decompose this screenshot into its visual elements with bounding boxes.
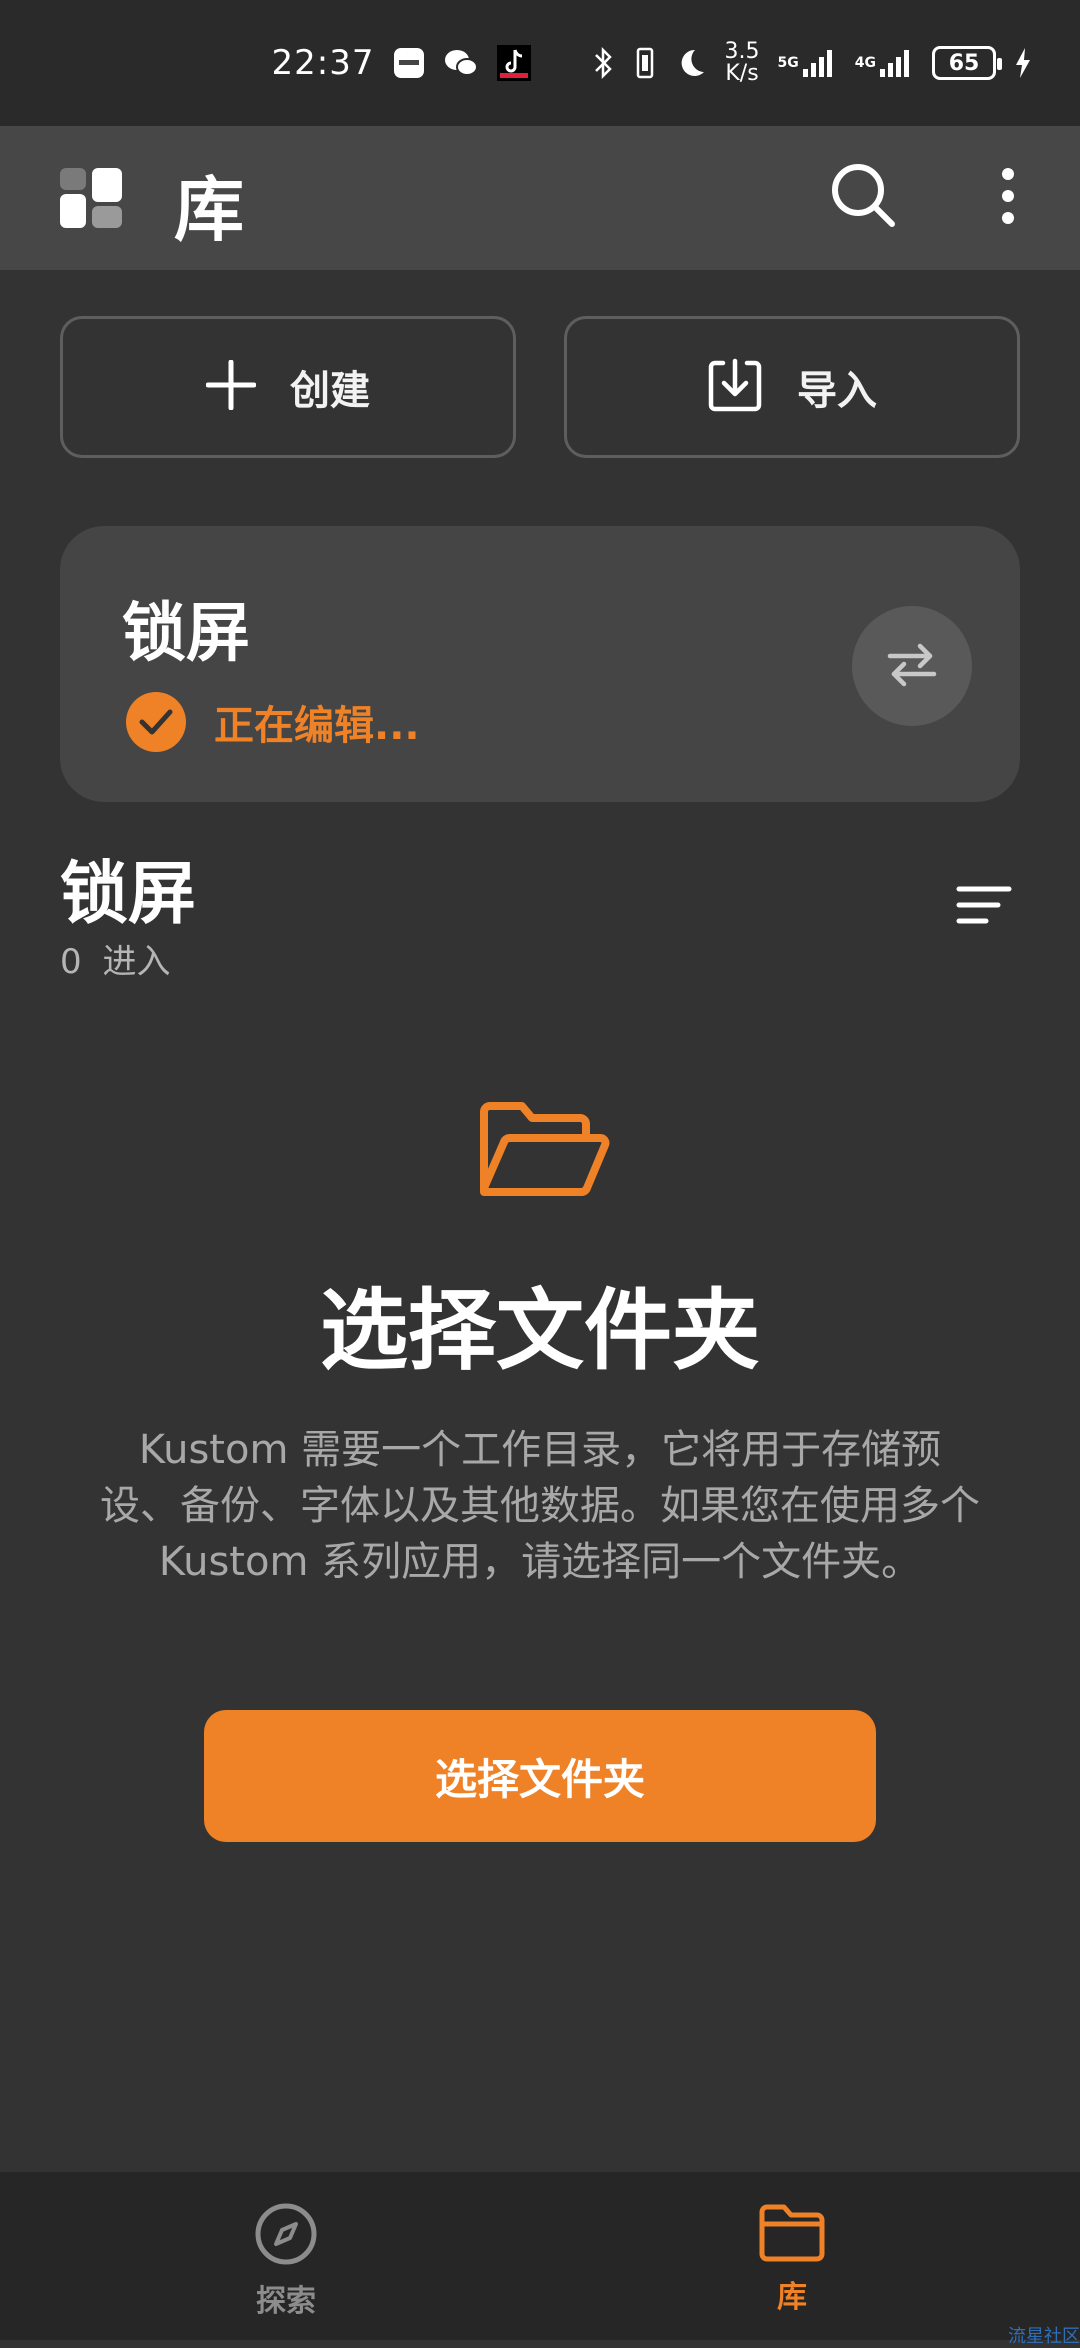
folder-icon <box>758 2204 826 2266</box>
create-button[interactable]: 创建 <box>60 316 516 458</box>
plus-icon <box>205 359 257 414</box>
signal-5g-label: 5G <box>777 55 799 71</box>
sort-icon[interactable] <box>956 884 1012 926</box>
nav-item-explore[interactable]: 探索 <box>186 2202 386 2320</box>
create-button-label: 创建 <box>290 368 370 414</box>
swap-icon <box>884 636 940 696</box>
editing-status-text: 正在编辑... <box>214 703 420 749</box>
signal-5g: 5G <box>778 47 837 79</box>
bluetooth-icon <box>593 46 615 80</box>
vibrate-icon <box>633 46 657 80</box>
net-speed: 3.5 K/s <box>725 41 760 85</box>
compass-icon <box>254 2203 318 2270</box>
watermark: 流星社区 <box>1008 2326 1080 2347</box>
signal-4g-label: 4G <box>854 55 876 71</box>
more-vert-icon[interactable] <box>996 166 1020 226</box>
current-preset-title: 锁屏 <box>122 597 250 671</box>
current-preset-card[interactable]: 锁屏 正在编辑... <box>60 526 1020 802</box>
nav-label-explore: 探索 <box>256 2284 316 2319</box>
huawei-app-icon <box>393 47 425 79</box>
search-icon[interactable] <box>830 162 896 228</box>
section-title: 锁屏 <box>60 855 197 934</box>
empty-state-title: 选择文件夹 <box>319 1279 760 1382</box>
entry-count-label: 进入 <box>102 942 171 982</box>
signal-4g: 4G <box>855 47 914 79</box>
nav-label-library: 库 <box>777 2280 807 2315</box>
tiktok-icon <box>496 45 531 81</box>
import-button[interactable]: 导入 <box>564 316 1020 458</box>
entry-count: 0 <box>60 942 82 982</box>
check-icon <box>126 692 186 752</box>
status-time: 22:37 <box>271 43 375 83</box>
import-icon <box>707 357 763 417</box>
nav-item-library[interactable]: 库 <box>692 2202 892 2316</box>
app-bar: 库 <box>0 126 1080 270</box>
current-preset-status: 正在编辑... <box>126 692 420 752</box>
folder-open-icon <box>478 1100 610 1200</box>
page-title: 库 <box>174 169 244 251</box>
select-folder-button[interactable]: 选择文件夹 <box>204 1710 876 1842</box>
kustom-logo-icon[interactable] <box>60 168 122 230</box>
bottom-navigation: 探索 库 <box>0 2172 1080 2340</box>
section-count: 0 进入 <box>60 934 170 983</box>
moon-icon <box>675 47 707 79</box>
net-speed-unit: K/s <box>725 61 759 86</box>
net-speed-value: 3.5 <box>724 39 760 64</box>
wechat-icon <box>443 47 479 79</box>
swap-button[interactable] <box>852 606 972 726</box>
status-bar: 22:37 3.5 K/s 5G 4G 65 <box>0 0 1080 126</box>
empty-state-description: Kustom 需要一个工作目录，它将用于存储预设、备份、字体以及其他数据。如果您… <box>100 1427 980 1585</box>
import-button-label: 导入 <box>797 368 877 414</box>
charging-icon <box>1014 46 1032 80</box>
battery-indicator: 65 <box>932 46 1002 80</box>
